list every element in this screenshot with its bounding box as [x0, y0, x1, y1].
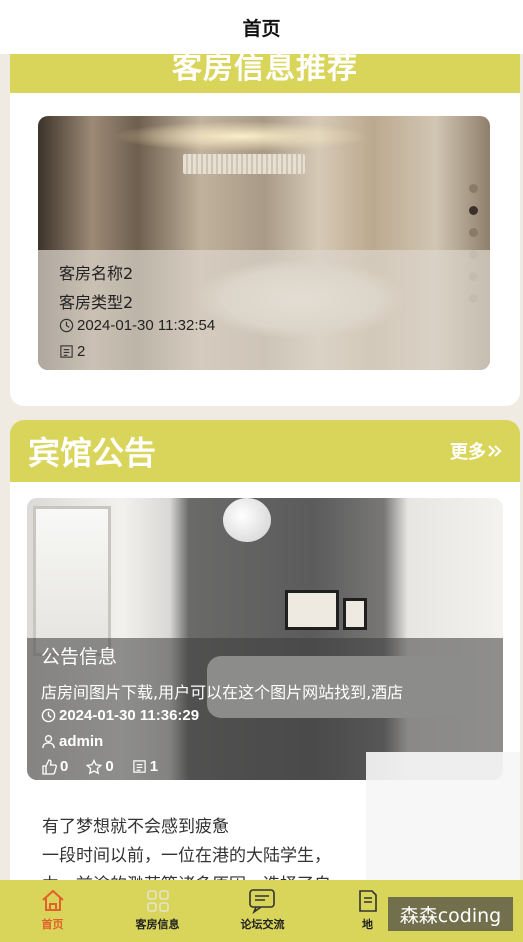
home-icon	[41, 889, 64, 911]
view-stat: 1	[132, 758, 158, 775]
notice-summary: 店房间图片下载,用户可以在这个图片网站找到,酒店	[41, 683, 404, 702]
star-icon	[86, 758, 103, 775]
room-count-row: 2	[59, 343, 85, 360]
room-time: 2024-01-30 11:32:54	[77, 317, 216, 334]
view-count: 1	[149, 758, 159, 775]
article-line-1: 有了梦想就不会感到疲惫	[42, 817, 229, 837]
notice-heading: 宾馆公告	[28, 434, 157, 472]
notice-stats: 0 0 1	[41, 758, 158, 775]
tab-room-info[interactable]: 客房信息	[105, 880, 210, 942]
notice-header: 宾馆公告 更多	[10, 420, 520, 482]
notice-author: admin	[59, 733, 104, 750]
watermark: 森森coding	[388, 897, 513, 931]
room-time-row: 2024-01-30 11:32:54	[59, 317, 215, 334]
more-link[interactable]: 更多	[450, 438, 502, 464]
notice-time-row: 2024-01-30 11:36:29	[41, 707, 199, 724]
more-label: 更多	[450, 442, 486, 463]
carousel-dot-active[interactable]	[469, 206, 478, 215]
clock-icon	[41, 708, 56, 723]
star-count: 0	[105, 758, 114, 775]
tab-forum-label: 论坛交流	[240, 918, 285, 931]
like-stat[interactable]: 0	[41, 758, 68, 775]
note-icon	[358, 890, 377, 912]
user-icon	[42, 735, 55, 749]
notice-card[interactable]: 公告信息 店房间图片下载,用户可以在这个图片网站找到,酒店 2024-01-30…	[27, 498, 503, 780]
notice-time: 2024-01-30 11:36:29	[59, 707, 200, 724]
tab-forum[interactable]: 论坛交流	[210, 880, 315, 942]
notice-title: 公告信息	[41, 646, 118, 668]
room-recommend-header: 客房信息推荐	[10, 54, 520, 93]
room-name: 客房名称2	[59, 264, 134, 283]
tab-home-label: 首页	[41, 918, 64, 931]
views-icon	[132, 760, 146, 773]
room-image-detail	[183, 154, 305, 174]
grid-icon	[146, 890, 169, 912]
notice-image-lamp	[223, 498, 271, 542]
room-recommend-section: 客房信息推荐 客房名称2 客房类型2 2024-01-30 11:32:54 2	[10, 54, 520, 406]
carousel-dot[interactable]	[469, 184, 478, 193]
tab-other-label: 地	[362, 918, 373, 931]
thumbs-up-icon	[42, 758, 57, 775]
tab-home[interactable]: 首页	[0, 880, 105, 942]
page-title: 首页	[242, 17, 281, 40]
room-type: 客房类型2	[59, 293, 134, 312]
star-stat[interactable]: 0	[86, 758, 114, 775]
blurred-overlay	[366, 752, 520, 882]
clock-icon	[59, 318, 74, 333]
chat-icon	[248, 889, 275, 914]
carousel-dot[interactable]	[469, 228, 478, 237]
room-card[interactable]: 客房名称2 客房类型2 2024-01-30 11:32:54 2	[38, 116, 490, 370]
notice-image-frame	[285, 590, 339, 630]
top-nav-bar: 首页	[0, 0, 523, 54]
notice-image-window	[33, 506, 111, 656]
hotel-notice-section: 宾馆公告 更多 公告信息 店房间图片下载,用户可以在这个图片网站找到,酒店 20…	[10, 420, 520, 890]
views-icon	[60, 345, 73, 358]
notice-author-row: admin	[41, 733, 103, 750]
double-chevron-right-icon	[488, 445, 502, 457]
room-count: 2	[77, 343, 86, 360]
room-recommend-heading: 客房信息推荐	[172, 54, 358, 86]
article-line-2: 一段时间以前，一位在港的大陆学生，	[42, 846, 331, 866]
like-count: 0	[60, 758, 69, 775]
tab-room-info-label: 客房信息	[135, 918, 180, 931]
notice-image-frame-small	[343, 598, 367, 630]
